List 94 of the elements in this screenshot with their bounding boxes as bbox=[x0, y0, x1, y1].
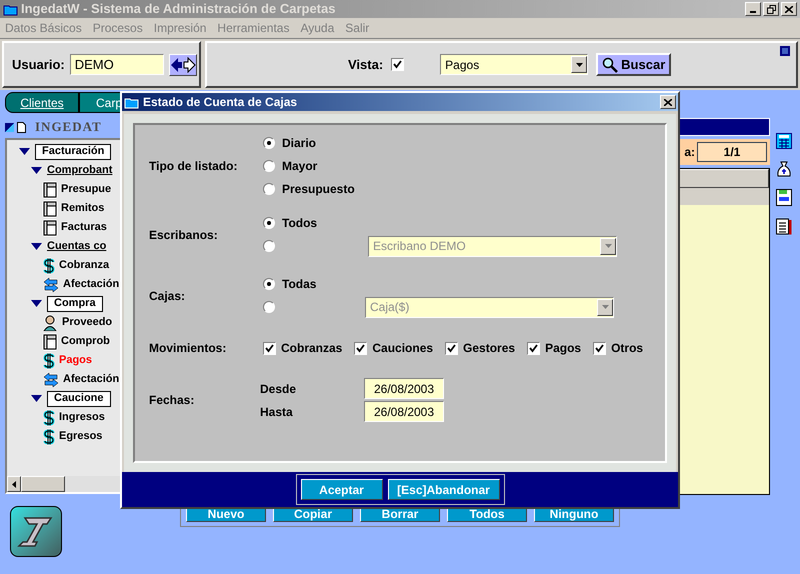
expand-triangle-icon[interactable] bbox=[31, 167, 42, 174]
field-label: Tipo de listado: bbox=[149, 158, 238, 175]
page-counter: 1/1 bbox=[697, 142, 767, 162]
view-label: Vista: bbox=[348, 56, 384, 74]
tree-item[interactable]: Ingresos bbox=[59, 409, 105, 426]
checkbox-label[interactable]: Gestores bbox=[463, 339, 516, 357]
user-field[interactable]: DEMO bbox=[70, 54, 164, 75]
radio-button[interactable] bbox=[263, 183, 275, 195]
close-icon bbox=[785, 6, 793, 12]
field-label: Desde bbox=[260, 380, 298, 398]
app-logo[interactable] bbox=[10, 506, 62, 557]
expand-triangle-icon[interactable] bbox=[31, 395, 42, 402]
switch-user-button[interactable] bbox=[168, 54, 197, 76]
section-header[interactable]: Caucione bbox=[47, 390, 111, 406]
window-icon bbox=[43, 334, 57, 350]
tree-item[interactable]: Presupue bbox=[61, 181, 112, 198]
folder-icon bbox=[3, 2, 18, 16]
dropdown-field[interactable]: Pagos bbox=[440, 54, 588, 75]
caret-icon bbox=[602, 305, 608, 309]
checkbox[interactable] bbox=[391, 58, 404, 71]
swap-arrows-icon bbox=[43, 276, 59, 292]
checkbox-label[interactable]: Cobranzas bbox=[281, 339, 342, 357]
expand-triangle-icon[interactable] bbox=[19, 148, 30, 155]
checkbox-label[interactable]: Otros bbox=[611, 339, 644, 357]
tree-item[interactable]: Afectación bbox=[63, 371, 120, 388]
checkbox-label[interactable]: Cauciones bbox=[372, 339, 434, 357]
radio-label[interactable]: Mayor bbox=[282, 157, 318, 175]
radio-label[interactable]: Presupuesto bbox=[282, 180, 355, 198]
search-button[interactable]: Buscar bbox=[596, 53, 672, 76]
date-field[interactable]: 26/08/2003 bbox=[364, 401, 444, 422]
expand-triangle-icon[interactable] bbox=[31, 300, 42, 307]
left-arrow-icon bbox=[12, 480, 16, 488]
dialog-title: Estado de Cuenta de Cajas bbox=[143, 94, 298, 111]
window-icon bbox=[43, 220, 57, 236]
scroll-left-button[interactable] bbox=[7, 476, 21, 492]
section-header[interactable]: Facturación bbox=[35, 144, 112, 160]
field-label: Hasta bbox=[260, 404, 294, 420]
tab[interactable]: Clientes bbox=[5, 92, 79, 113]
money-bag-icon[interactable] bbox=[776, 161, 792, 177]
restore-icon bbox=[766, 4, 776, 14]
close-button[interactable] bbox=[660, 95, 676, 109]
radio-button[interactable] bbox=[263, 137, 275, 149]
caret-icon bbox=[604, 244, 612, 248]
group-header[interactable]: Cuentas co bbox=[47, 238, 106, 255]
page-label: a: bbox=[684, 144, 695, 161]
corner-icon bbox=[5, 122, 14, 132]
close-icon bbox=[664, 98, 672, 106]
minimize-button[interactable] bbox=[745, 2, 761, 16]
scroll-thumb[interactable] bbox=[21, 476, 65, 492]
magnifier-icon bbox=[602, 56, 618, 72]
page-icon bbox=[17, 122, 26, 132]
window-icon bbox=[780, 46, 790, 56]
tree-item[interactable]: Facturas bbox=[61, 219, 107, 236]
radio-label[interactable]: Diario bbox=[282, 134, 316, 152]
user-label: Usuario: bbox=[12, 56, 65, 74]
dollar-icon bbox=[43, 410, 55, 426]
checkbox[interactable] bbox=[593, 342, 606, 354]
section-header[interactable]: Compra bbox=[47, 296, 103, 312]
folder-icon bbox=[124, 96, 139, 108]
horizontal-scrollbar[interactable] bbox=[7, 476, 120, 492]
tree-item[interactable]: Cobranza bbox=[59, 257, 110, 274]
dollar-icon bbox=[43, 258, 55, 274]
window-title: IngedatW - Sistema de Administración de Carpetas bbox=[21, 0, 336, 18]
field-label: Fechas: bbox=[149, 392, 196, 409]
tree-item[interactable]: Proveedo bbox=[62, 314, 112, 331]
field-label: Escribanos: bbox=[149, 227, 219, 244]
checkbox[interactable] bbox=[354, 342, 368, 354]
swap-arrows-icon bbox=[43, 372, 59, 388]
close-button[interactable] bbox=[781, 2, 797, 16]
tree-item[interactable]: Egresos bbox=[59, 428, 102, 445]
radio-button[interactable] bbox=[263, 160, 275, 172]
window-icon bbox=[43, 182, 57, 198]
caret-icon bbox=[576, 62, 583, 66]
tree-item[interactable]: Remitos bbox=[61, 200, 104, 217]
field-label: Movimientos: bbox=[149, 340, 228, 357]
dollar-icon bbox=[43, 428, 55, 444]
sidebar-header: INGEDAT bbox=[35, 118, 102, 136]
calculator-icon[interactable] bbox=[776, 133, 792, 149]
restore-button[interactable] bbox=[763, 2, 779, 16]
expand-triangle-icon[interactable] bbox=[31, 243, 42, 250]
tree-item[interactable]: Comprob bbox=[61, 333, 110, 350]
checkbox-label[interactable]: Pagos bbox=[545, 339, 582, 357]
person-icon bbox=[43, 314, 58, 330]
tree-item[interactable]: Afectación bbox=[63, 276, 120, 293]
checkbox[interactable] bbox=[263, 342, 276, 354]
checkbox[interactable] bbox=[445, 342, 458, 354]
notepad-icon[interactable] bbox=[776, 218, 792, 235]
window-icon bbox=[43, 200, 57, 216]
date-field[interactable]: 26/08/2003 bbox=[364, 378, 444, 399]
group-header[interactable]: Comprobant bbox=[47, 162, 112, 179]
field-label: Cajas: bbox=[149, 288, 186, 305]
checkbox[interactable] bbox=[527, 342, 540, 354]
dollar-icon bbox=[43, 352, 55, 368]
save-icon[interactable] bbox=[776, 189, 792, 206]
